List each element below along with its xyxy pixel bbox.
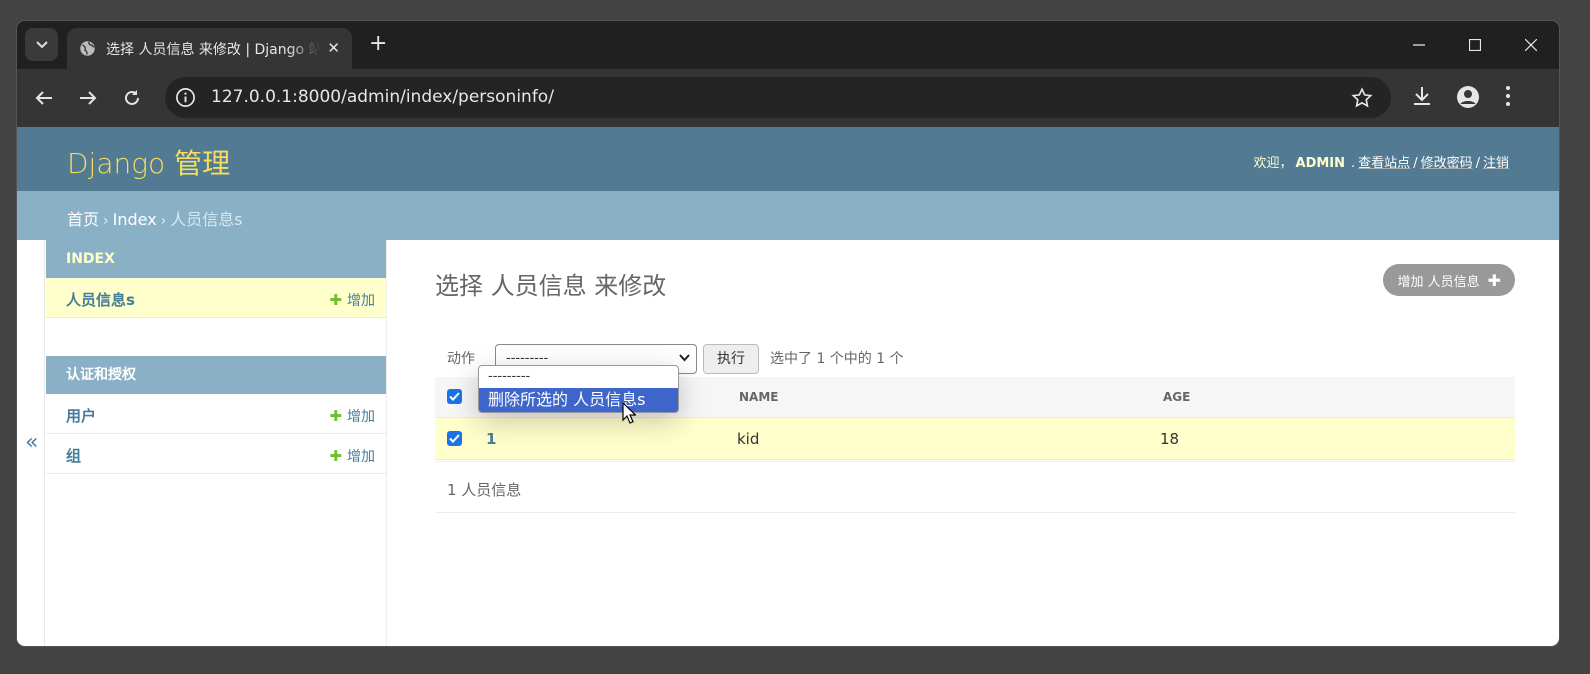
separator: / [1413,156,1418,171]
add-label: 增加 [347,293,375,309]
window-controls [1391,21,1559,69]
page-title: 选择 人员信息 来修改 [435,272,667,300]
reload-icon[interactable] [121,87,143,109]
back-arrow-icon[interactable] [33,87,55,109]
add-link[interactable]: ✚ 增加 [329,406,375,426]
collapse-sidebar-button[interactable]: « [25,430,38,455]
plus-icon: ✚ [1487,270,1501,290]
row-name: kid [737,430,760,448]
row-checkbox[interactable] [447,431,462,446]
breadcrumb-home[interactable]: 首页 [67,210,99,229]
separator: / [1475,156,1480,171]
run-action-button[interactable]: 执行 [703,344,759,374]
view-site-link[interactable]: 查看站点 [1358,156,1410,171]
add-link[interactable]: ✚ 增加 [329,446,375,466]
breadcrumb-separator: › [160,213,167,229]
check-icon [449,434,460,443]
changelist-content: 选择 人员信息 来修改 增加 人员信息 ✚ 动作 --------- 执行 选中了… [435,240,1515,646]
sidebar-toggle-strip: « [17,240,45,646]
model-link[interactable]: 用户 [66,405,96,426]
check-icon [449,392,460,401]
row-id-link[interactable]: 1 [486,430,496,448]
forward-arrow-icon[interactable] [77,87,99,109]
profile-icon[interactable] [1456,85,1480,109]
table-row: 1 kid 18 [435,418,1515,460]
sidebar-item-users: 用户 ✚ 增加 [46,394,386,434]
welcome-text: 欢迎， [1253,156,1293,171]
close-icon[interactable]: ✕ [327,39,340,57]
breadcrumb-separator: › [103,213,109,229]
add-object-label: 增加 人员信息 [1397,274,1480,290]
paginator: 1 人员信息 [435,461,1515,513]
model-link[interactable]: 组 [66,445,81,466]
change-password-link[interactable]: 修改密码 [1421,156,1473,171]
globe-icon [80,41,95,56]
sidebar-item-groups: 组 ✚ 增加 [46,434,386,474]
plus-icon: ✚ [329,407,342,425]
column-header-age[interactable]: AGE [1163,390,1190,404]
breadcrumb-app[interactable]: Index [113,210,157,229]
dropdown-option-delete[interactable]: 删除所选的 人员信息s [479,388,678,412]
module-index: INDEX 人员信息s ✚ 增加 [46,240,386,318]
tab-search-button[interactable] [25,28,58,61]
add-object-button[interactable]: 增加 人员信息 ✚ [1383,264,1515,296]
chevron-down-icon [35,40,48,48]
logout-link[interactable]: 注销 [1483,156,1509,171]
period: . [1351,156,1356,171]
module-auth: 认证和授权 用户 ✚ 增加 组 ✚ 增加 [46,356,386,474]
module-caption[interactable]: 认证和授权 [46,356,386,394]
star-icon[interactable] [1351,87,1373,109]
breadcrumb: 首页 › Index › 人员信息s [17,191,1559,240]
browser-window: 选择 人员信息 来修改 | Django 站点管理 ✕ + 127.0.0.1:… [17,21,1559,646]
admin-header: Django 管理 欢迎， ADMIN. 查看站点 / 修改密码 / 注销 [17,127,1559,191]
plus-icon: ✚ [329,447,342,465]
minimize-icon[interactable] [1391,21,1447,69]
add-label: 增加 [347,449,375,465]
module-caption[interactable]: INDEX [46,240,386,278]
chevron-down-icon [679,354,690,362]
action-select-value: --------- [506,351,549,366]
browser-tab-active[interactable]: 选择 人员信息 来修改 | Django 站点管理 ✕ [67,28,352,69]
result-count: 1 人员信息 [447,481,522,499]
selection-counter: 选中了 1 个中的 1 个 [770,351,904,367]
username: ADMIN [1295,156,1346,171]
nav-sidebar: INDEX 人员信息s ✚ 增加 认证和授权 用户 ✚ 增加 组 ✚ 增加 [46,240,387,646]
plus-icon: ✚ [329,291,342,309]
menu-dots-icon[interactable] [1505,85,1511,107]
actions-label: 动作 [447,351,475,367]
user-tools: 欢迎， ADMIN. 查看站点 / 修改密码 / 注销 [1254,152,1510,171]
row-age: 18 [1160,430,1180,448]
site-brand[interactable]: Django 管理 [67,142,230,182]
mouse-cursor-icon [622,402,636,424]
page-viewport: Django 管理 欢迎， ADMIN. 查看站点 / 修改密码 / 注销 首页 › Index… [17,127,1559,646]
address-bar[interactable]: 127.0.0.1:8000/admin/index/personinfo/ [165,77,1391,118]
tab-strip: 选择 人员信息 来修改 | Django 站点管理 ✕ + [17,21,1559,69]
new-tab-button[interactable]: + [369,33,387,55]
action-dropdown-list: --------- 删除所选的 人员信息s [478,365,679,413]
download-icon[interactable] [1411,85,1433,107]
tab-title: 选择 人员信息 来修改 | Django 站点管理 [106,41,320,58]
maximize-icon[interactable] [1447,21,1503,69]
select-all-checkbox[interactable] [447,389,462,404]
add-label: 增加 [347,409,375,425]
model-link[interactable]: 人员信息s [66,289,135,310]
url-text: 127.0.0.1:8000/admin/index/personinfo/ [211,87,554,107]
add-link[interactable]: ✚ 增加 [329,290,375,310]
browser-toolbar: 127.0.0.1:8000/admin/index/personinfo/ [17,69,1559,127]
column-header-name[interactable]: NAME [739,390,778,404]
window-close-icon[interactable] [1503,21,1559,69]
dropdown-option-empty[interactable]: --------- [479,366,678,388]
site-info-icon[interactable] [175,87,196,108]
sidebar-item-personinfo: 人员信息s ✚ 增加 [46,278,386,318]
breadcrumb-current: 人员信息s [170,210,243,229]
